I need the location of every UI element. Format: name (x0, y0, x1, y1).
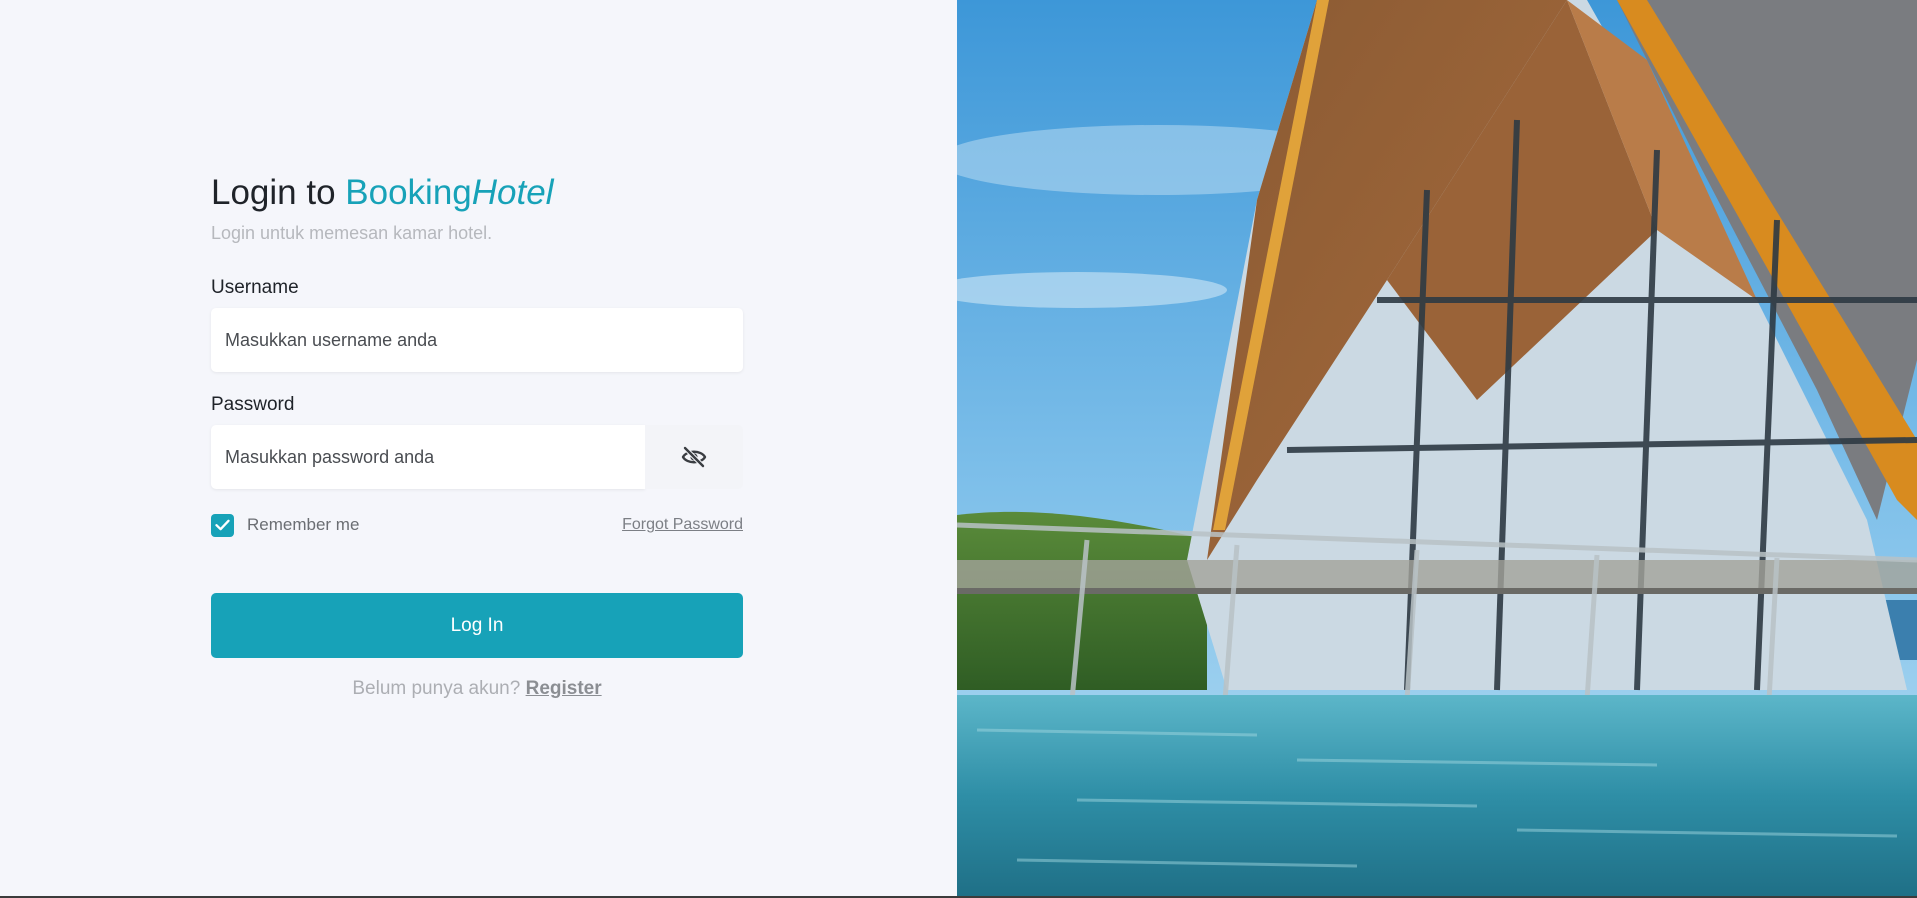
username-input[interactable] (211, 308, 743, 372)
password-label: Password (211, 394, 295, 415)
login-button[interactable]: Log In (211, 593, 743, 658)
page-subtitle: Login untuk memesan kamar hotel. (211, 223, 493, 243)
username-field (211, 308, 743, 372)
forgot-password-link[interactable]: Forgot Password (622, 516, 743, 534)
checkmark-icon (215, 519, 230, 531)
register-prompt: Belum punya akun? Register (211, 678, 743, 700)
login-panel: Login to BookingHotel Login untuk memesa… (0, 0, 957, 898)
title-prefix: Login to (211, 173, 346, 212)
register-link[interactable]: Register (526, 678, 602, 699)
brand-name-part1: Booking (345, 173, 472, 212)
hero-image (957, 0, 1917, 898)
password-input-wrapper (211, 425, 645, 489)
remember-checkbox[interactable] (211, 513, 234, 537)
page-title: Login to BookingHotel (211, 170, 743, 216)
remember-label: Remember me (247, 515, 360, 534)
remember-me: Remember me (211, 513, 360, 537)
toggle-password-button[interactable] (645, 425, 743, 489)
hotel-photo (957, 0, 1917, 898)
password-input[interactable] (211, 425, 645, 489)
register-prompt-text: Belum punya akun? (352, 678, 526, 699)
login-options: Remember me Forgot Password (211, 513, 743, 537)
eye-slash-icon (681, 446, 707, 468)
username-label: Username (211, 277, 299, 298)
password-field (211, 425, 743, 489)
login-page: Login to BookingHotel Login untuk memesa… (0, 0, 1917, 898)
login-form: Login to BookingHotel Login untuk memesa… (211, 170, 743, 700)
brand-name-part2: Hotel (471, 173, 554, 212)
